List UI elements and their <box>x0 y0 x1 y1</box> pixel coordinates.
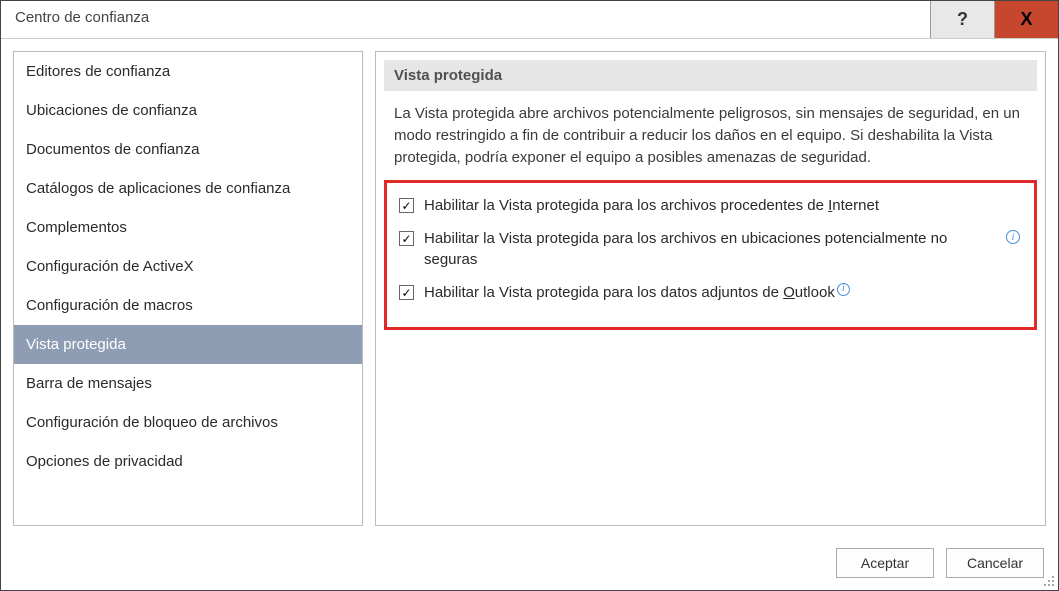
sidebar-item[interactable]: Complementos <box>14 208 362 247</box>
info-icon[interactable]: i <box>837 283 850 296</box>
sidebar-item[interactable]: Editores de confianza <box>14 52 362 91</box>
sidebar-item[interactable]: Configuración de bloqueo de archivos <box>14 403 362 442</box>
sidebar-item[interactable]: Configuración de ActiveX <box>14 247 362 286</box>
category-sidebar: Editores de confianzaUbicaciones de conf… <box>13 51 363 526</box>
checkbox[interactable]: ✓ <box>399 231 414 246</box>
options-highlight-box: ✓ Habilitar la Vista protegida para los a… <box>384 180 1037 330</box>
cancel-button[interactable]: Cancelar <box>946 548 1044 578</box>
section-header: Vista protegida <box>384 60 1037 91</box>
checkbox[interactable]: ✓ <box>399 285 414 300</box>
sidebar-item[interactable]: Documentos de confianza <box>14 130 362 169</box>
resize-grip-icon[interactable] <box>1041 573 1055 587</box>
protected-view-option: ✓ Habilitar la Vista protegida para los d… <box>395 276 1026 309</box>
sidebar-item[interactable]: Ubicaciones de confianza <box>14 91 362 130</box>
sidebar-item[interactable]: Barra de mensajes <box>14 364 362 403</box>
window-title: Centro de confianza <box>1 1 930 38</box>
option-label: Habilitar la Vista protegida para los da… <box>424 282 1022 303</box>
option-label: Habilitar la Vista protegida para los ar… <box>424 228 1022 270</box>
titlebar: Centro de confianza ? X <box>1 1 1058 39</box>
ok-button[interactable]: Aceptar <box>836 548 934 578</box>
protected-view-option: ✓ Habilitar la Vista protegida para los a… <box>395 189 1026 222</box>
close-button[interactable]: X <box>994 1 1058 38</box>
help-button[interactable]: ? <box>930 1 994 38</box>
protected-view-option: ✓ Habilitar la Vista protegida para los a… <box>395 222 1026 276</box>
sidebar-item[interactable]: Configuración de macros <box>14 286 362 325</box>
dialog-body: Editores de confianzaUbicaciones de conf… <box>1 39 1058 538</box>
checkbox[interactable]: ✓ <box>399 198 414 213</box>
section-description: La Vista protegida abre archivos potenci… <box>384 91 1037 178</box>
sidebar-item[interactable]: Opciones de privacidad <box>14 442 362 481</box>
content-panel: Vista protegida La Vista protegida abre … <box>375 51 1046 526</box>
option-label: Habilitar la Vista protegida para los ar… <box>424 195 1022 216</box>
dialog-footer: Aceptar Cancelar <box>1 538 1058 590</box>
sidebar-item[interactable]: Vista protegida <box>14 325 362 364</box>
sidebar-item[interactable]: Catálogos de aplicaciones de confianza <box>14 169 362 208</box>
trust-center-window: Centro de confianza ? X Editores de conf… <box>0 0 1059 591</box>
